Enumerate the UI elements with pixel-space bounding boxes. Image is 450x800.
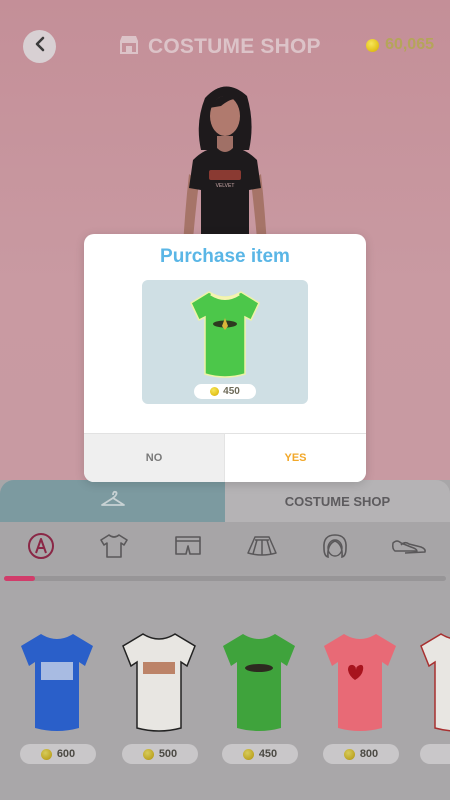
tshirt-preview-icon xyxy=(190,291,260,378)
preview-price: 450 xyxy=(194,384,256,399)
purchase-dialog: Purchase item 450 NO YES xyxy=(84,234,366,482)
yes-button[interactable]: YES xyxy=(225,433,366,482)
no-button[interactable]: NO xyxy=(84,433,225,482)
coin-icon xyxy=(210,387,220,396)
costume-shop-screen: COSTUME SHOP 60,065 VELVET COSTUME SHOP … xyxy=(0,0,450,800)
dialog-title: Purchase item xyxy=(160,246,290,267)
item-preview: 450 xyxy=(142,280,308,404)
preview-price-value: 450 xyxy=(223,386,240,397)
